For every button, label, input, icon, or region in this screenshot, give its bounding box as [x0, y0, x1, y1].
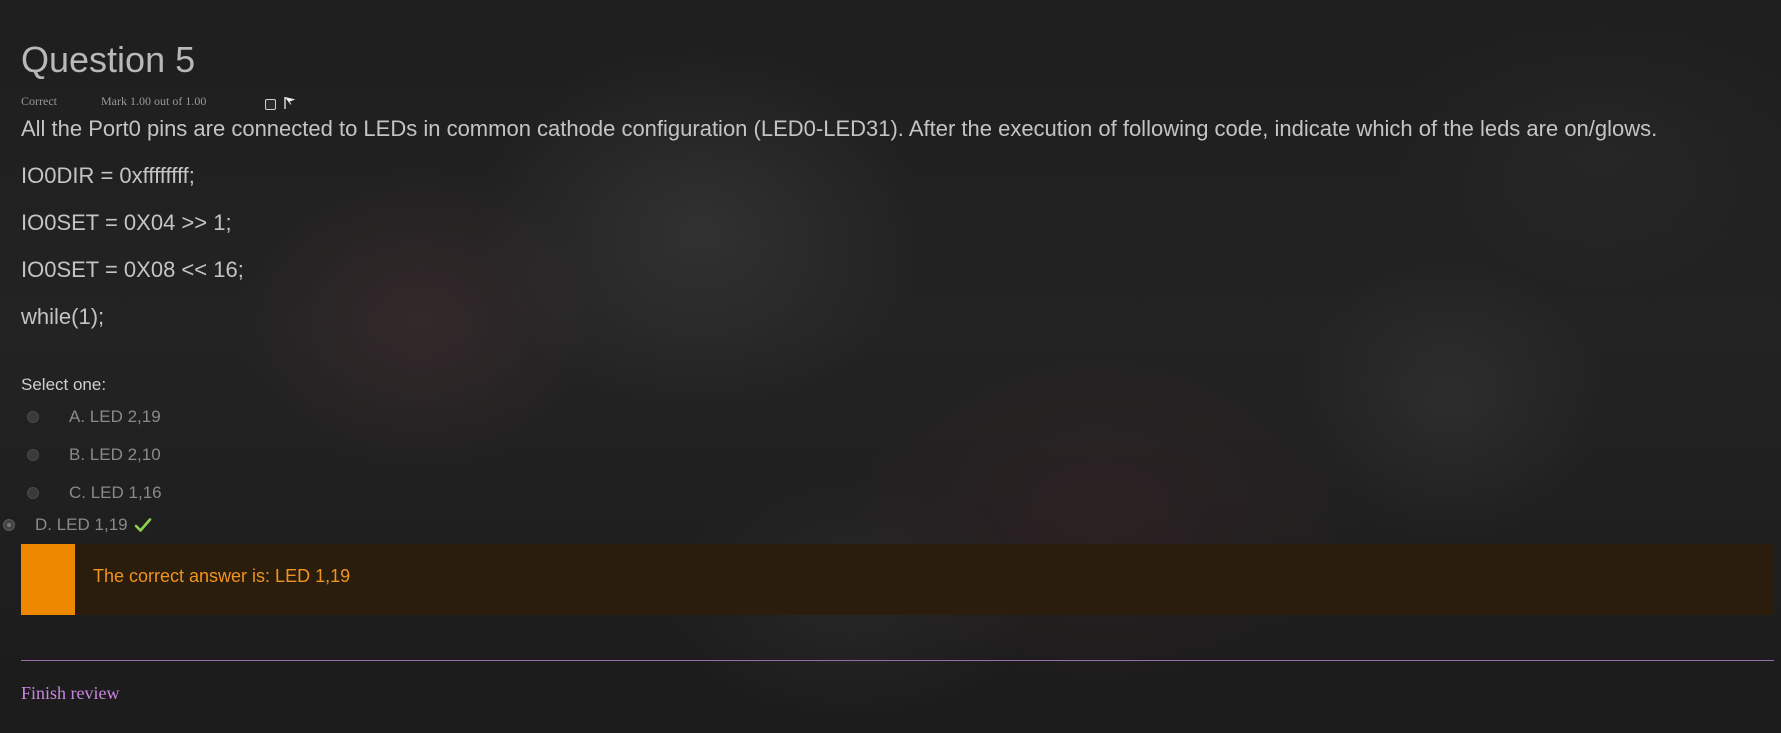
- code-line: IO0SET = 0X04 >> 1;: [21, 210, 232, 235]
- answer-option-c[interactable]: C. LED 1,16: [27, 483, 162, 503]
- answer-option-d[interactable]: D. LED 1,19: [3, 515, 152, 535]
- feedback-accent-bar: [21, 544, 75, 615]
- code-line: IO0SET = 0X08 << 16;: [21, 257, 244, 282]
- code-line: IO0DIR = 0xffffffff;: [21, 163, 195, 188]
- question-state: Correct: [21, 94, 57, 108]
- code-line: while(1);: [21, 304, 105, 329]
- answer-option-a[interactable]: A. LED 2,19: [27, 407, 161, 427]
- radio-button-selected[interactable]: [3, 519, 15, 531]
- option-label: B. LED 2,10: [69, 445, 161, 464]
- question-title: Question 5: [21, 39, 196, 80]
- right-answer-text: The correct answer is: LED 1,19: [93, 566, 351, 586]
- question-page: Question 5 Correct Mark 1.00 out of 1.00…: [3, 0, 1774, 733]
- question-text: All the Port0 pins are connected to LEDs…: [21, 116, 1658, 141]
- select-one-prompt: Select one:: [21, 375, 107, 394]
- radio-button[interactable]: [27, 449, 39, 461]
- right-answer-feedback: The correct answer is: LED 1,19: [21, 544, 1774, 615]
- option-label: D. LED 1,19: [35, 515, 128, 534]
- radio-button[interactable]: [27, 411, 39, 423]
- question-grade: Mark 1.00 out of 1.00: [101, 94, 207, 108]
- option-label: A. LED 2,19: [69, 407, 161, 426]
- flag-question-checkbox[interactable]: [265, 99, 276, 110]
- check-icon: [134, 518, 151, 532]
- answer-option-b[interactable]: B. LED 2,10: [27, 445, 161, 465]
- option-label: C. LED 1,16: [69, 483, 162, 502]
- finish-review-link[interactable]: Finish review: [21, 683, 120, 704]
- radio-button[interactable]: [27, 487, 39, 499]
- flag-icon[interactable]: [283, 96, 297, 110]
- divider: [21, 660, 1774, 661]
